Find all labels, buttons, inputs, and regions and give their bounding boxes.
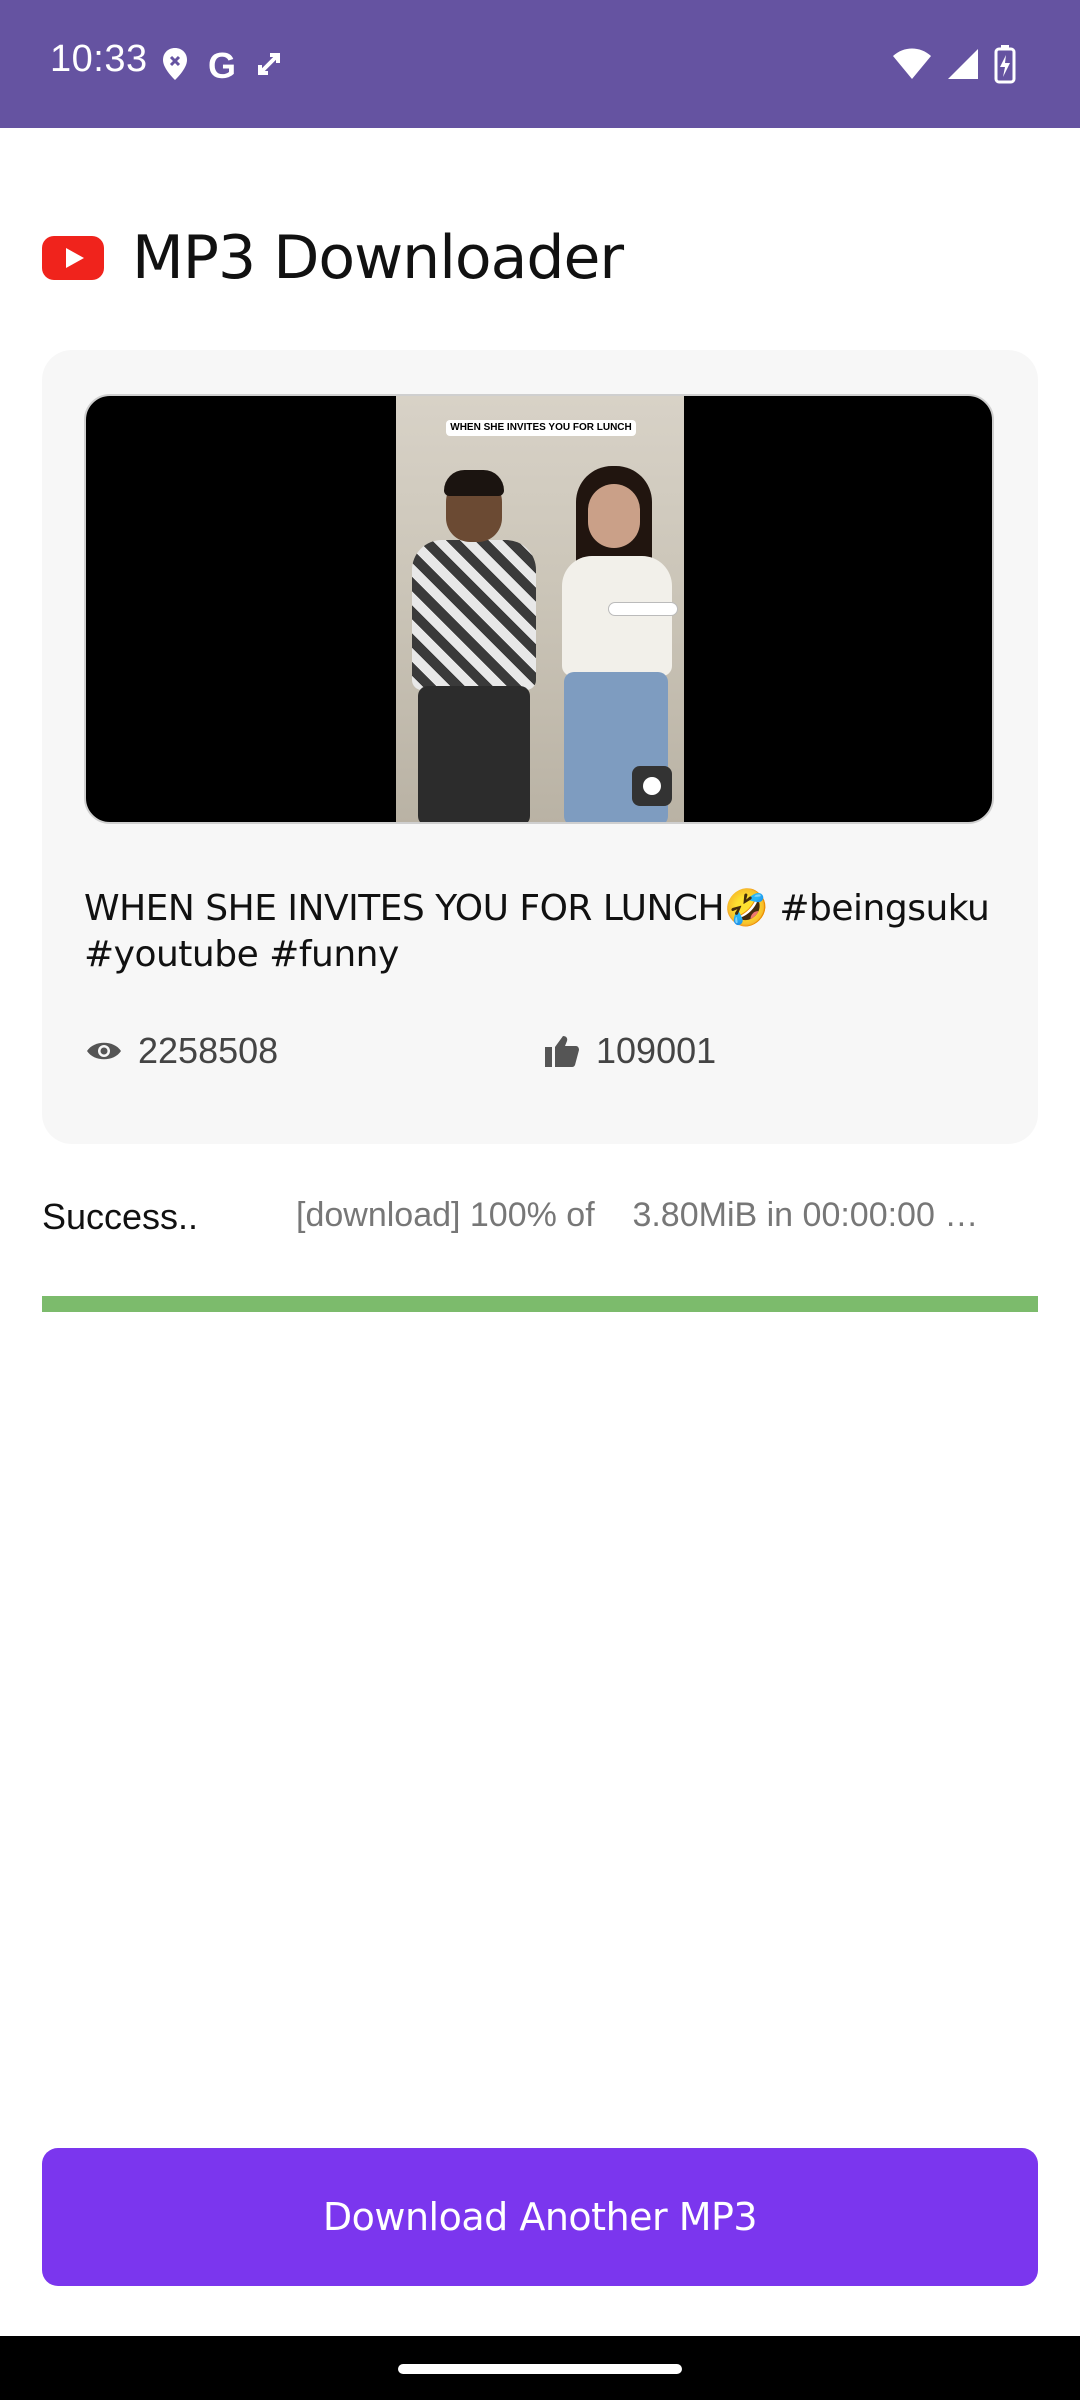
navigation-bar: [0, 2336, 1080, 2400]
status-icons-left: G: [162, 44, 284, 88]
google-icon: G: [208, 45, 237, 86]
likes-stat: 109001: [542, 1026, 716, 1076]
download-progress-fill: [42, 1296, 1038, 1312]
views-stat: 2258508: [84, 1026, 278, 1076]
status-bar: 10:33 G: [0, 0, 1080, 128]
download-status: Success..: [42, 1196, 199, 1237]
record-icon: [632, 766, 672, 806]
youtube-logo-icon: [42, 236, 104, 280]
app-title: MP3 Downloader: [132, 223, 624, 293]
home-gesture-handle[interactable]: [398, 2364, 682, 2374]
app-header: MP3 Downloader: [42, 218, 624, 298]
video-card: WHEN SHE INVITES YOU FOR LUNCH WHEN SHE …: [42, 350, 1038, 1144]
signal-icon: [946, 47, 980, 86]
views-count: 2258508: [138, 1030, 279, 1071]
download-log: [download] 100% of 3.80MiB in 00:00:00 …: [296, 1196, 979, 1234]
status-time: 10:33: [50, 38, 148, 80]
battery-charging-icon: [994, 44, 1016, 89]
download-progress-bar: [42, 1296, 1038, 1312]
thumbs-up-icon: [542, 1031, 582, 1071]
thumbnail-caption: WHEN SHE INVITES YOU FOR LUNCH: [446, 420, 636, 436]
thumbnail-image: WHEN SHE INVITES YOU FOR LUNCH: [396, 396, 684, 822]
eye-icon: [84, 1031, 124, 1071]
download-another-button[interactable]: Download Another MP3: [42, 2148, 1038, 2286]
thumbnail-person-left: [406, 470, 536, 822]
sync-icon: [256, 49, 284, 84]
likes-count: 109001: [596, 1030, 717, 1071]
video-title: WHEN SHE INVITES YOU FOR LUNCH🤣 #beingsu…: [84, 888, 990, 975]
status-icons-right: [892, 44, 1016, 88]
video-thumbnail[interactable]: WHEN SHE INVITES YOU FOR LUNCH: [84, 394, 994, 824]
wifi-icon: [892, 47, 932, 86]
location-icon: [162, 47, 188, 86]
